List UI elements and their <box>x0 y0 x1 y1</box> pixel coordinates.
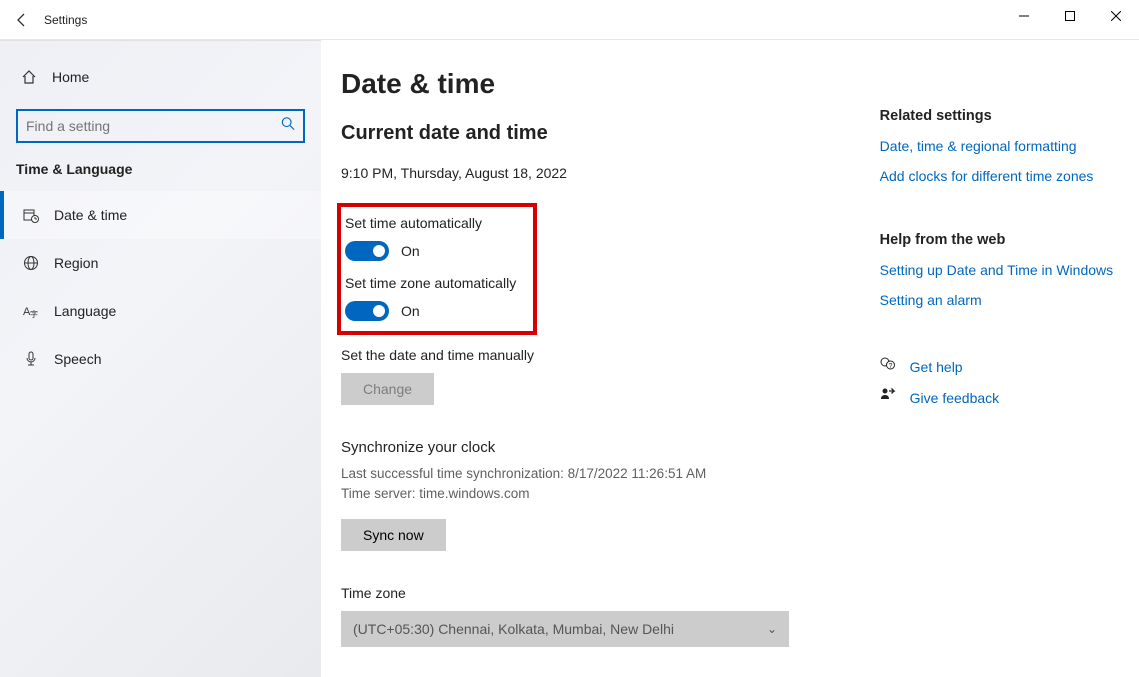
language-icon: A字 <box>20 303 42 319</box>
help-web-heading: Help from the web <box>880 232 1139 248</box>
sidebar: Home Time & Language Date & time Region … <box>0 40 321 677</box>
current-datetime-value: 9:10 PM, Thursday, August 18, 2022 <box>341 165 860 181</box>
search-input[interactable] <box>16 109 305 143</box>
window-title: Settings <box>44 13 87 27</box>
auto-time-toggle[interactable] <box>345 241 389 261</box>
help-icon: ? <box>880 356 898 377</box>
change-button[interactable]: Change <box>341 373 434 405</box>
sync-heading: Synchronize your clock <box>341 439 860 456</box>
maximize-button[interactable] <box>1047 0 1093 32</box>
home-icon <box>18 69 40 85</box>
timezone-value: (UTC+05:30) Chennai, Kolkata, Mumbai, Ne… <box>353 621 674 637</box>
home-nav[interactable]: Home <box>0 57 321 97</box>
nav-speech[interactable]: Speech <box>0 335 321 383</box>
sync-now-button[interactable]: Sync now <box>341 519 446 551</box>
link-get-help[interactable]: Get help <box>910 359 963 375</box>
sync-last-text: Last successful time synchronization: 8/… <box>341 464 860 484</box>
nav-language[interactable]: A字 Language <box>0 287 321 335</box>
nav-region[interactable]: Region <box>0 239 321 287</box>
highlight-box: Set time automatically On Set time zone … <box>337 203 537 335</box>
current-datetime-heading: Current date and time <box>341 122 860 145</box>
svg-text:?: ? <box>888 363 892 370</box>
back-button[interactable] <box>0 12 44 28</box>
minimize-button[interactable] <box>1001 0 1047 32</box>
calendar-clock-icon <box>20 207 42 223</box>
nav-label: Speech <box>54 351 101 367</box>
related-settings-heading: Related settings <box>880 108 1139 124</box>
microphone-icon <box>20 351 42 367</box>
auto-time-state: On <box>401 243 420 259</box>
feedback-icon <box>880 387 898 408</box>
link-add-clocks[interactable]: Add clocks for different time zones <box>880 168 1139 184</box>
nav-label: Language <box>54 303 116 319</box>
chevron-down-icon: ⌄ <box>767 622 777 636</box>
timezone-heading: Time zone <box>341 585 860 601</box>
category-header: Time & Language <box>0 161 321 191</box>
link-regional-formatting[interactable]: Date, time & regional formatting <box>880 138 1139 154</box>
timezone-select[interactable]: (UTC+05:30) Chennai, Kolkata, Mumbai, Ne… <box>341 611 789 647</box>
auto-timezone-label: Set time zone automatically <box>345 275 525 291</box>
nav-label: Date & time <box>54 207 127 223</box>
close-button[interactable] <box>1093 0 1139 32</box>
svg-text:字: 字 <box>30 309 38 319</box>
auto-timezone-state: On <box>401 303 420 319</box>
link-setting-alarm[interactable]: Setting an alarm <box>880 292 1139 308</box>
auto-time-label: Set time automatically <box>345 215 525 231</box>
home-label: Home <box>52 69 89 85</box>
link-give-feedback[interactable]: Give feedback <box>910 390 1000 406</box>
sync-server-text: Time server: time.windows.com <box>341 484 860 504</box>
search-icon <box>281 117 295 136</box>
auto-timezone-toggle[interactable] <box>345 301 389 321</box>
nav-label: Region <box>54 255 98 271</box>
page-title: Date & time <box>341 68 860 100</box>
globe-icon <box>20 255 42 271</box>
nav-date-time[interactable]: Date & time <box>0 191 321 239</box>
link-setup-datetime[interactable]: Setting up Date and Time in Windows <box>880 262 1139 278</box>
manual-datetime-label: Set the date and time manually <box>341 347 860 363</box>
